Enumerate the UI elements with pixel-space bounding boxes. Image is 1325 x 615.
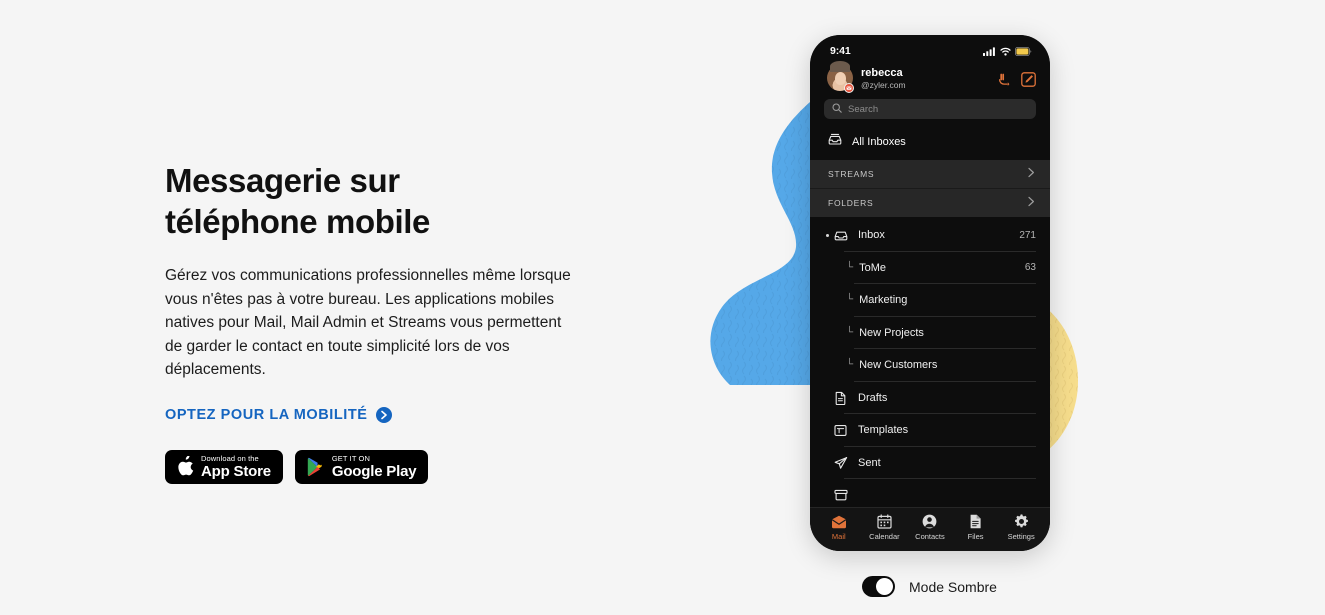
- folder-row-partial[interactable]: [810, 479, 1050, 507]
- app-store-badge-big-label: App Store: [201, 462, 271, 480]
- wifi-icon: [1000, 47, 1011, 56]
- spacer-dot: [826, 461, 829, 464]
- folder-label: ToMe: [859, 261, 886, 274]
- tab-label: Calendar: [869, 532, 900, 541]
- tab-label: Settings: [1007, 532, 1035, 541]
- hero-section: Messagerie sur téléphone mobile Gérez vo…: [165, 160, 595, 484]
- search-icon: [832, 100, 842, 118]
- app-store-badge-small-label: Download on the: [201, 453, 259, 463]
- switch-knob: [876, 578, 893, 595]
- page-title: Messagerie sur téléphone mobile: [165, 162, 430, 240]
- mail-icon: [831, 515, 847, 529]
- child-branch-glyph: └: [846, 359, 854, 371]
- mobility-cta-link[interactable]: OPTEZ POUR LA MOBILITÉ: [165, 406, 393, 423]
- google-play-badge-big-label: Google Play: [331, 462, 417, 480]
- folder-row-new-projects[interactable]: └ New Projects: [810, 317, 1050, 349]
- folder-row-marketing[interactable]: └ Marketing: [810, 284, 1050, 317]
- tab-settings[interactable]: Settings: [998, 514, 1044, 541]
- dark-mode-switch[interactable]: [862, 576, 895, 597]
- child-branch-glyph: └: [846, 326, 854, 338]
- section-label-folders: FOLDERS: [828, 198, 874, 208]
- spacer-dot: [826, 429, 829, 432]
- folder-count: 63: [1024, 262, 1036, 274]
- folder-row-inbox[interactable]: Inbox 271: [810, 219, 1050, 252]
- dark-mode-label: Mode Sombre: [909, 578, 997, 595]
- all-inboxes-label: All Inboxes: [852, 135, 906, 148]
- folder-label: New Customers: [859, 359, 938, 372]
- child-branch-glyph: └: [846, 294, 854, 306]
- inbox-icon: [834, 228, 849, 242]
- app-store-badge[interactable]: Download on the App Store: [165, 449, 283, 484]
- apple-logo-icon: [177, 455, 194, 477]
- folder-row-drafts[interactable]: Drafts: [810, 382, 1050, 414]
- folder-label: Marketing: [859, 294, 908, 307]
- tab-files[interactable]: Files: [953, 514, 999, 541]
- google-play-badge[interactable]: GET IT ON Google Play: [294, 449, 429, 484]
- tab-label: Mail: [831, 531, 846, 541]
- section-row-streams[interactable]: STREAMS: [810, 160, 1050, 188]
- compose-icon[interactable]: [1021, 71, 1036, 87]
- all-inboxes-icon: [828, 132, 842, 151]
- tab-mail[interactable]: Mail: [816, 515, 862, 541]
- google-play-logo-icon: [307, 457, 325, 477]
- search-input[interactable]: [848, 103, 1028, 115]
- chevron-right-icon: [1027, 165, 1036, 183]
- search-container: [810, 95, 1050, 128]
- status-bar: 9:41: [810, 35, 1050, 61]
- folder-label: Templates: [858, 424, 909, 437]
- contacts-icon: [922, 514, 937, 529]
- spacer-dot: [826, 494, 829, 497]
- folder-row-sent[interactable]: Sent: [810, 447, 1050, 479]
- mobility-cta-label: OPTEZ POUR LA MOBILITÉ: [165, 406, 368, 423]
- drafts-icon: [834, 391, 849, 405]
- account-handle: @zyler.com: [861, 80, 906, 90]
- battery-icon: [1015, 46, 1032, 56]
- templates-icon: [834, 424, 849, 437]
- settings-icon: [1014, 514, 1029, 529]
- chevron-right-icon: [1027, 194, 1036, 212]
- folder-label: New Projects: [859, 326, 924, 339]
- section-group: STREAMS FOLDERS: [810, 160, 1050, 217]
- status-bar-time: 9:41: [830, 45, 851, 57]
- phone-screen: 9:41 rebecca @zyler.com Search All Inbox…: [810, 35, 1050, 551]
- unread-dot: [826, 233, 829, 237]
- tab-label: Contacts: [915, 532, 945, 541]
- app-store-badges: Download on the App Store GET IT ON Goog…: [165, 449, 595, 484]
- hero-description: Gérez vos communications professionnelle…: [165, 267, 571, 378]
- do-not-disturb-icon[interactable]: [997, 72, 1012, 87]
- avatar[interactable]: [827, 61, 854, 93]
- all-inboxes-row[interactable]: All Inboxes: [810, 128, 1050, 160]
- files-icon: [969, 514, 982, 529]
- section-label-streams: STREAMS: [828, 169, 875, 179]
- dark-mode-toggle-row: Mode Sombre: [862, 576, 997, 597]
- folder-list[interactable]: Inbox 271 └ ToMe 63 └ Marketing └ New Pr…: [810, 217, 1050, 507]
- mail-badge-icon: [844, 83, 854, 93]
- sent-icon: [834, 456, 849, 470]
- child-branch-glyph: └: [846, 261, 854, 273]
- search-box[interactable]: [824, 99, 1036, 119]
- archive-icon: [834, 488, 849, 502]
- spacer-dot: [826, 396, 829, 399]
- folder-label: Drafts: [858, 391, 888, 404]
- bottom-tab-bar: Mail Calendar Contacts Files Settings: [810, 507, 1050, 551]
- tab-calendar[interactable]: Calendar: [862, 514, 908, 541]
- account-header[interactable]: rebecca @zyler.com: [810, 61, 1050, 95]
- folder-count: 271: [1019, 229, 1036, 241]
- calendar-icon: [877, 514, 892, 529]
- folder-row-tome[interactable]: └ ToMe 63: [810, 252, 1050, 284]
- tab-label: Files: [967, 532, 984, 541]
- tab-contacts[interactable]: Contacts: [907, 514, 953, 541]
- arrow-right-circle-icon: [376, 406, 393, 423]
- folder-label: Sent: [858, 456, 881, 469]
- account-name: rebecca: [861, 67, 903, 79]
- folder-row-new-customers[interactable]: └ New Customers: [810, 349, 1050, 382]
- phone-mockup: 9:41 rebecca @zyler.com Search All Inbox…: [810, 35, 1050, 551]
- cellular-signal-icon: [983, 46, 996, 56]
- folder-row-templates[interactable]: Templates: [810, 414, 1050, 447]
- section-row-folders[interactable]: FOLDERS: [810, 188, 1050, 217]
- folder-label: Inbox: [858, 229, 885, 242]
- google-play-badge-small-label: GET IT ON: [331, 453, 371, 463]
